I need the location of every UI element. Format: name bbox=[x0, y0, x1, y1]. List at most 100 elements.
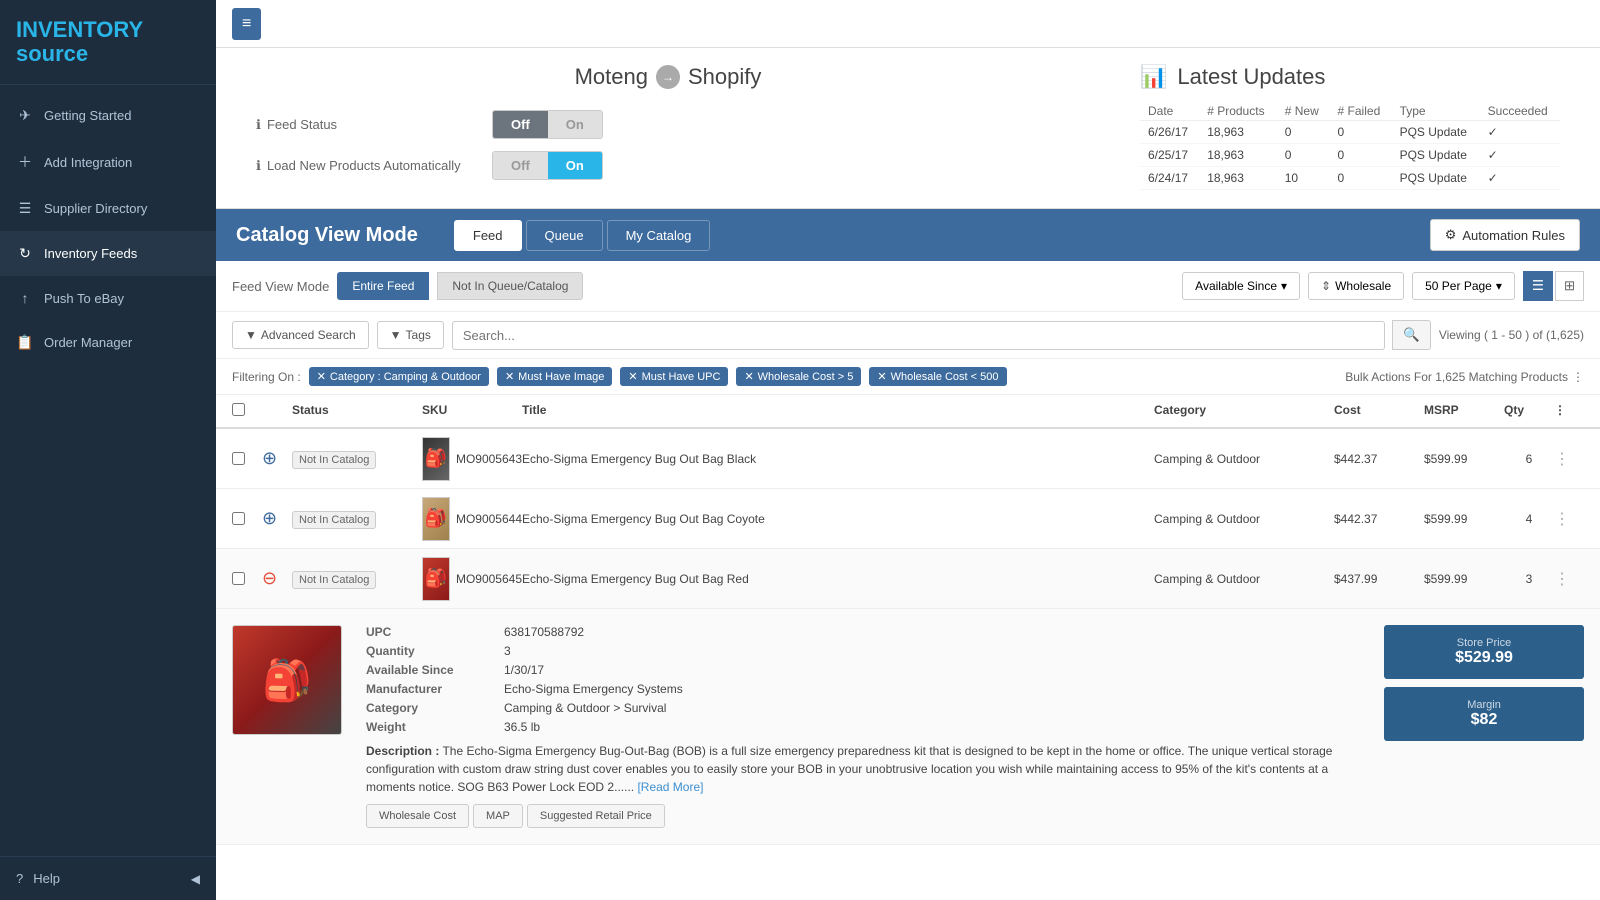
sidebar-help[interactable]: ? Help ◀ bbox=[0, 856, 216, 900]
row-title: Echo-Sigma Emergency Bug Out Bag Black bbox=[522, 452, 1154, 466]
col-failed: # Failed bbox=[1330, 102, 1392, 121]
update-failed: 0 bbox=[1330, 121, 1392, 144]
row-checkbox-cell bbox=[232, 512, 262, 525]
pricing-tab-wholesale[interactable]: Wholesale Cost bbox=[366, 804, 469, 828]
sidebar-item-label: Order Manager bbox=[44, 335, 132, 350]
filter-tag-category[interactable]: ✕ Category : Camping & Outdoor bbox=[309, 367, 489, 386]
filter-bar: Filtering On : ✕ Category : Camping & Ou… bbox=[216, 359, 1600, 395]
automation-rules-button[interactable]: ⚙ Automation Rules bbox=[1430, 219, 1580, 251]
sidebar: INVENTORY source ✈ Getting Started ＋ Add… bbox=[0, 0, 216, 900]
table-row: ⊕ Not In Catalog 🎒 MO9005644 Echo-Sigma … bbox=[216, 489, 1600, 549]
tab-feed[interactable]: Feed bbox=[454, 220, 522, 251]
update-succeeded: ✓ bbox=[1480, 167, 1560, 190]
toggle-on-button[interactable]: On bbox=[548, 111, 602, 138]
col-title-header: Title bbox=[522, 403, 1154, 419]
tab-queue[interactable]: Queue bbox=[526, 220, 603, 251]
filter-tag-image[interactable]: ✕ Must Have Image bbox=[497, 367, 612, 386]
row-cost: $442.37 bbox=[1334, 452, 1424, 466]
load-toggle-off-button[interactable]: Off bbox=[493, 152, 548, 179]
row-qty: 4 bbox=[1504, 512, 1554, 526]
per-page-dropdown[interactable]: 50 Per Page ▾ bbox=[1412, 272, 1515, 300]
select-all-checkbox[interactable] bbox=[232, 403, 245, 416]
sidebar-item-inventory-feeds[interactable]: ↻ Inventory Feeds bbox=[0, 231, 216, 276]
row-menu-button[interactable]: ⋮ bbox=[1554, 569, 1584, 589]
feed-title: Moteng → Shopify bbox=[256, 64, 1080, 90]
catalog-tabs: Feed Queue My Catalog bbox=[454, 220, 710, 251]
row-menu-button[interactable]: ⋮ bbox=[1554, 449, 1584, 469]
search-input[interactable] bbox=[452, 321, 1385, 350]
filter-tag-cost-min[interactable]: ✕ Wholesale Cost > 5 bbox=[736, 367, 861, 386]
feed-arrow-icon: → bbox=[656, 65, 680, 89]
row-add-icon[interactable]: ⊕ bbox=[262, 448, 292, 469]
search-icon: 🔍 bbox=[1403, 327, 1420, 342]
filter-label: Filtering On : bbox=[232, 370, 301, 384]
list-view-button[interactable]: ☰ bbox=[1523, 271, 1553, 301]
store-price-value: $529.99 bbox=[1400, 649, 1568, 667]
advanced-search-button[interactable]: ▼ Advanced Search bbox=[232, 321, 369, 349]
load-products-toggle[interactable]: Off On bbox=[492, 151, 603, 180]
sidebar-item-add-integration[interactable]: ＋ Add Integration bbox=[0, 138, 216, 186]
filter-tag-cost-max[interactable]: ✕ Wholesale Cost < 500 bbox=[869, 367, 1006, 386]
wholesale-dropdown[interactable]: ⇕ Wholesale bbox=[1308, 272, 1404, 300]
store-price-button[interactable]: Store Price $529.99 bbox=[1384, 625, 1584, 679]
margin-label: Margin bbox=[1400, 699, 1568, 711]
logo-line1: INVENTORY bbox=[16, 17, 143, 42]
supplier-directory-icon: ☰ bbox=[16, 200, 34, 217]
row-qty: 3 bbox=[1504, 572, 1554, 586]
update-type: PQS Update bbox=[1392, 144, 1480, 167]
bulk-actions[interactable]: Bulk Actions For 1,625 Matching Products… bbox=[1345, 370, 1584, 384]
margin-button[interactable]: Margin $82 bbox=[1384, 687, 1584, 741]
row-checkbox[interactable] bbox=[232, 512, 245, 525]
grid-view-button[interactable]: ⊞ bbox=[1555, 271, 1584, 301]
toggle-off-button[interactable]: Off bbox=[493, 111, 548, 138]
col-checkbox bbox=[232, 403, 262, 419]
row-menu-button[interactable]: ⋮ bbox=[1554, 509, 1584, 529]
load-toggle-on-button[interactable]: On bbox=[548, 152, 602, 179]
adv-search-dropdown-icon: ▼ bbox=[245, 328, 257, 342]
filter-tag-upc[interactable]: ✕ Must Have UPC bbox=[620, 367, 728, 386]
sidebar-item-label: Add Integration bbox=[44, 155, 132, 170]
tab-my-catalog[interactable]: My Catalog bbox=[607, 220, 711, 251]
row-checkbox-cell bbox=[232, 572, 262, 585]
table-controls: Feed View Mode Entire Feed Not In Queue/… bbox=[216, 261, 1600, 312]
row-checkbox[interactable] bbox=[232, 452, 245, 465]
pricing-tab-retail[interactable]: Suggested Retail Price bbox=[527, 804, 665, 828]
sidebar-item-push-to-ebay[interactable]: ↑ Push To eBay bbox=[0, 276, 216, 320]
catalog-view-bar: Catalog View Mode Feed Queue My Catalog … bbox=[216, 209, 1600, 261]
row-remove-icon[interactable]: ⊖ bbox=[262, 568, 292, 589]
product-thumbnail: 🎒 bbox=[422, 437, 450, 481]
sidebar-item-getting-started[interactable]: ✈ Getting Started bbox=[0, 93, 216, 138]
update-products: 18,963 bbox=[1199, 167, 1277, 190]
filter-remove-icon[interactable]: ✕ bbox=[877, 370, 886, 383]
bag-icon: 🎒 bbox=[425, 508, 447, 529]
feed-view-group: Feed View Mode Entire Feed Not In Queue/… bbox=[232, 272, 583, 300]
col-status-header: Status bbox=[292, 403, 422, 419]
gear-icon: ⚙ bbox=[1445, 227, 1457, 243]
tags-button[interactable]: ▼ Tags bbox=[377, 321, 444, 349]
filter-remove-icon[interactable]: ✕ bbox=[744, 370, 753, 383]
row-checkbox[interactable] bbox=[232, 572, 245, 585]
load-products-label: ℹ Load New Products Automatically bbox=[256, 158, 476, 174]
row-add-icon[interactable]: ⊕ bbox=[262, 508, 292, 529]
sidebar-nav: ✈ Getting Started ＋ Add Integration ☰ Su… bbox=[0, 85, 216, 856]
detail-qty: Quantity 3 bbox=[366, 644, 1360, 658]
feed-status-toggle[interactable]: Off On bbox=[492, 110, 603, 139]
filter-remove-icon[interactable]: ✕ bbox=[628, 370, 637, 383]
row-status: Not In Catalog bbox=[292, 571, 422, 586]
table-row: ⊖ Not In Catalog 🎒 MO9005645 Echo-Sigma … bbox=[216, 549, 1600, 609]
hamburger-button[interactable]: ≡ bbox=[232, 8, 261, 40]
pricing-tab-map[interactable]: MAP bbox=[473, 804, 523, 828]
sidebar-item-supplier-directory[interactable]: ☰ Supplier Directory bbox=[0, 186, 216, 231]
sidebar-item-order-manager[interactable]: 📋 Order Manager bbox=[0, 320, 216, 365]
not-in-queue-button[interactable]: Not In Queue/Catalog bbox=[437, 272, 583, 300]
entire-feed-button[interactable]: Entire Feed bbox=[337, 272, 429, 300]
update-new: 0 bbox=[1277, 144, 1330, 167]
filter-remove-icon[interactable]: ✕ bbox=[317, 370, 326, 383]
status-badge: Not In Catalog bbox=[292, 571, 376, 589]
collapse-icon[interactable]: ◀ bbox=[191, 872, 200, 886]
filter-remove-icon[interactable]: ✕ bbox=[505, 370, 514, 383]
bulk-actions-menu-icon[interactable]: ⋮ bbox=[1572, 370, 1584, 384]
search-button[interactable]: 🔍 bbox=[1392, 320, 1431, 350]
read-more-link[interactable]: [Read More] bbox=[637, 780, 703, 794]
available-since-dropdown[interactable]: Available Since ▾ bbox=[1182, 272, 1300, 300]
